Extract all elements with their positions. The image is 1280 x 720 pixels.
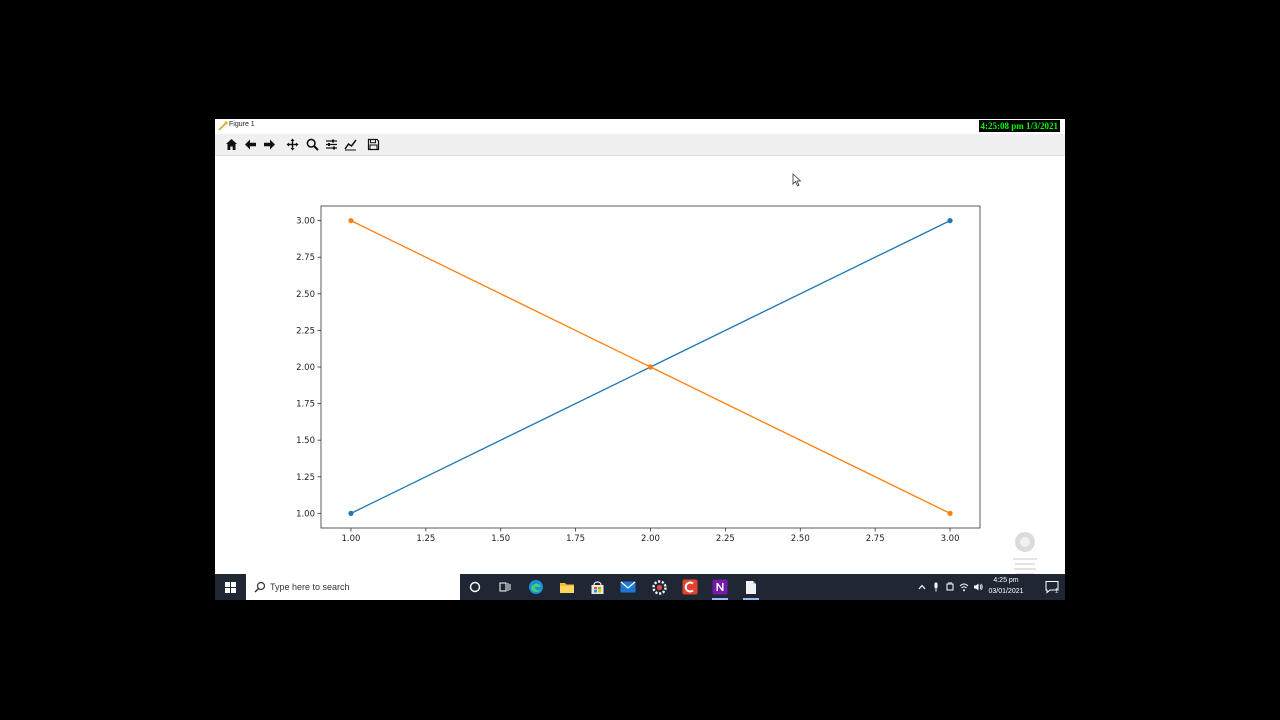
wifi-icon[interactable] (959, 582, 969, 592)
tray-time[interactable]: 4:25 pm (981, 577, 1031, 584)
line-plot: 1.00 1.25 1.50 1.75 2.00 2.25 2.50 2.75 3.00 1.00… (296, 205, 981, 544)
series-1-point (947, 510, 953, 516)
taskbar-document-app[interactable] (742, 578, 760, 600)
power-plug-icon[interactable] (945, 582, 955, 592)
start-button[interactable] (215, 574, 245, 600)
series-1-point (348, 218, 354, 224)
recorder-app-icon (682, 579, 698, 595)
taskbar-task-view[interactable] (496, 578, 514, 596)
home-icon (225, 139, 237, 150)
x-tick-label: 1.00 (341, 534, 360, 544)
taskbar-cortana[interactable] (466, 578, 484, 596)
notification-center-icon[interactable]: 1 (1045, 580, 1059, 594)
y-tick-label: 2.00 (296, 363, 315, 373)
back-button[interactable] (242, 137, 258, 152)
save-button[interactable] (365, 137, 381, 152)
pan-button[interactable] (284, 137, 300, 152)
figure-toolbar (215, 134, 1065, 156)
arrow-left-icon (244, 139, 256, 150)
line-chart-icon (343, 139, 357, 151)
home-button[interactable] (223, 137, 239, 152)
y-tick-label: 2.75 (296, 253, 315, 263)
mail-icon (620, 581, 636, 593)
taskbar-settings-app[interactable] (650, 578, 668, 596)
y-tick-label: 2.50 (296, 290, 315, 300)
x-tick-label: 2.00 (641, 534, 660, 544)
zoom-button[interactable] (304, 137, 320, 152)
window-titlebar[interactable]: Figure 1 4:25:08 pm 1/3/2021 (215, 119, 1065, 134)
document-app-icon (746, 580, 756, 594)
taskbar-onenote[interactable] (711, 578, 729, 600)
screen: Figure 1 4:25:08 pm 1/3/2021 1.00 1.25 1.5… (215, 119, 1065, 600)
file-explorer-icon (560, 583, 574, 593)
search-icon (254, 581, 266, 593)
y-tick-label: 3.00 (296, 217, 315, 227)
x-tick-label: 2.25 (716, 534, 735, 544)
magnifier-icon (306, 138, 319, 151)
taskbar-mail[interactable] (619, 578, 637, 596)
mouse-cursor-icon (792, 173, 802, 187)
system-tray: 4:25 pm 03/01/2021 1 (915, 574, 1065, 600)
taskbar-edge[interactable] (527, 578, 545, 596)
task-view-icon (499, 582, 511, 592)
onenote-icon (712, 579, 728, 595)
taskbar-file-explorer[interactable] (558, 578, 576, 596)
sliders-icon (325, 139, 337, 150)
taskbar-recorder-app[interactable] (681, 578, 699, 596)
taskbar: Type here to search 4:25 pm 03/01/2021 1 (215, 574, 1065, 600)
x-tick-label: 1.25 (416, 534, 435, 544)
x-tick-label: 3.00 (941, 534, 960, 544)
series-0-point (947, 218, 953, 224)
y-tick-label: 2.25 (296, 326, 315, 336)
store-icon (591, 580, 603, 594)
clock-overlay: 4:25:08 pm 1/3/2021 (978, 120, 1060, 132)
y-tick-label: 1.25 (296, 473, 315, 483)
settings-app-icon (651, 579, 667, 595)
x-tick-label: 2.50 (791, 534, 810, 544)
y-tick-label: 1.50 (296, 436, 315, 446)
taskbar-search-box[interactable]: Type here to search (246, 574, 460, 600)
x-tick-label: 1.50 (491, 534, 510, 544)
cortana-circle-icon (469, 581, 481, 593)
configure-subplots-button[interactable] (323, 137, 339, 152)
taskbar-store[interactable] (588, 578, 606, 596)
window-title: Figure 1 (229, 121, 255, 128)
windows-logo-icon (224, 581, 236, 593)
tray-date[interactable]: 03/01/2021 (981, 588, 1031, 595)
move-icon (286, 138, 298, 151)
floppy-disk-icon (367, 138, 379, 151)
edit-axis-button[interactable] (342, 137, 358, 152)
series-1-point (647, 364, 654, 370)
x-tick-label: 2.75 (866, 534, 885, 544)
figure-app-icon (218, 121, 228, 131)
series-0-point (348, 510, 354, 516)
figure-canvas[interactable]: 1.00 1.25 1.50 1.75 2.00 2.25 2.50 2.75 3.00 1.00… (215, 156, 1065, 575)
microphone-icon[interactable] (931, 582, 941, 592)
arrow-right-icon (263, 139, 275, 150)
edge-icon (529, 580, 543, 594)
x-tick-label: 1.75 (566, 534, 585, 544)
search-placeholder: Type here to search (270, 582, 350, 592)
y-tick-label: 1.00 (296, 509, 315, 519)
chevron-up-icon[interactable] (917, 582, 927, 592)
y-tick-label: 1.75 (296, 400, 315, 410)
forward-button[interactable] (261, 137, 277, 152)
